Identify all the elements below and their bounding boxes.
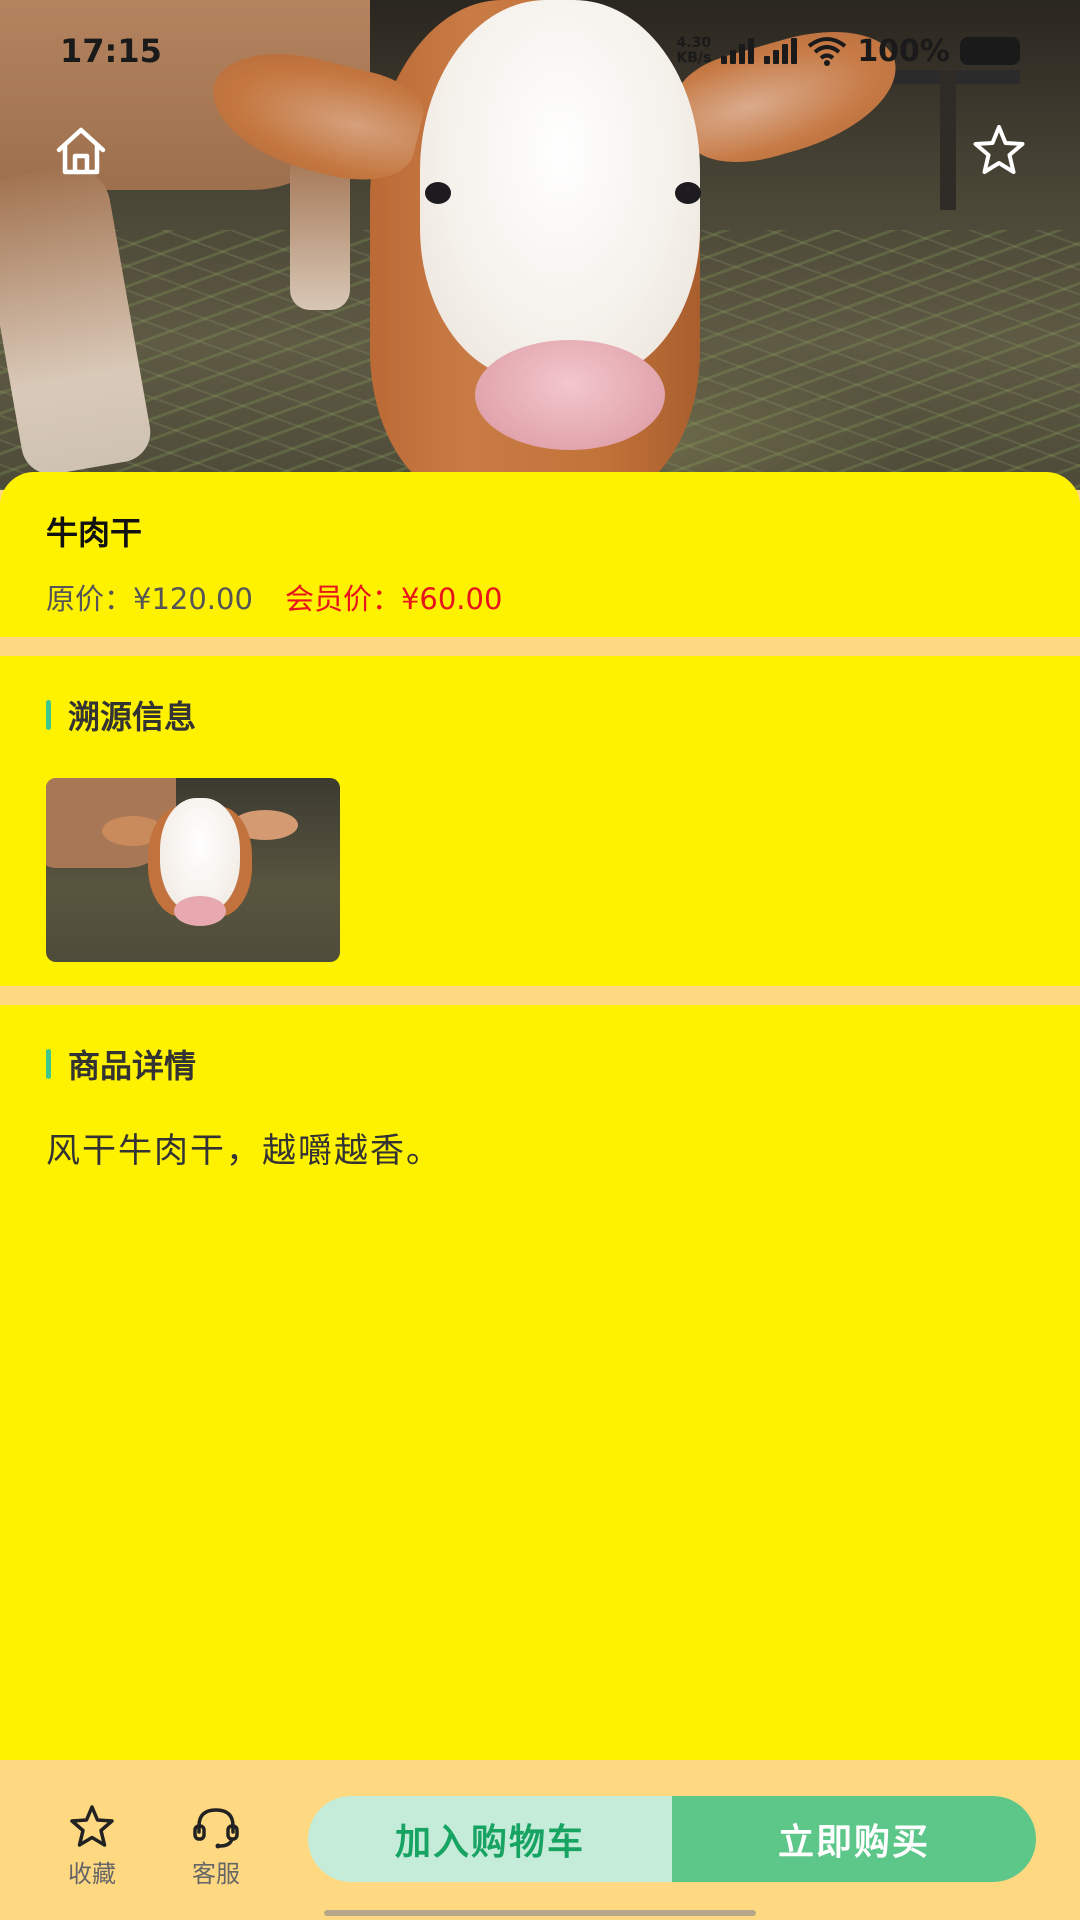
trace-image-thumbnail[interactable] (46, 778, 340, 962)
original-price: 原价：¥120.00 (46, 582, 253, 616)
signal-icon-2 (764, 38, 798, 64)
status-bar: 17:15 4.30 KB/s 100% (0, 26, 1080, 76)
bottom-action-bar: 收藏 客服 加入购物车 立即购买 (0, 1760, 1080, 1920)
customer-service-button[interactable]: 客服 (166, 1804, 266, 1889)
favorite-button[interactable]: 收藏 (42, 1804, 142, 1889)
home-icon (56, 127, 106, 175)
price-row: 原价：¥120.00 会员价：¥60.00 (46, 576, 1034, 618)
section-accent-bar (46, 700, 51, 730)
trace-section-title: 溯源信息 (46, 692, 1034, 738)
detail-description: 风干牛肉干，越嚼越香。 (46, 1131, 442, 1171)
section-accent-bar (46, 1049, 51, 1079)
trace-section: 溯源信息 (0, 656, 1080, 986)
detail-section-title: 商品详情 (46, 1041, 1034, 1087)
battery-icon (960, 37, 1020, 65)
detail-section: 商品详情 风干牛肉干，越嚼越香。 (0, 1005, 1080, 1760)
wifi-icon (808, 37, 847, 66)
status-indicators: 4.30 KB/s 100% (676, 34, 1020, 69)
buy-now-button[interactable]: 立即购买 (672, 1796, 1036, 1882)
home-button[interactable] (50, 120, 112, 182)
favorite-label: 收藏 (68, 1860, 116, 1888)
favorite-top-button[interactable] (968, 120, 1030, 182)
service-label: 客服 (192, 1860, 240, 1888)
member-price: 会员价：¥60.00 (284, 582, 503, 616)
home-indicator[interactable] (324, 1910, 756, 1916)
product-info-card: 牛肉干 原价：¥120.00 会员价：¥60.00 (0, 472, 1080, 637)
headset-icon (193, 1808, 239, 1849)
product-name: 牛肉干 (46, 514, 143, 552)
star-icon (70, 1805, 114, 1847)
status-time: 17:15 (60, 32, 162, 70)
battery-percent: 100% (857, 33, 950, 69)
star-icon (973, 125, 1025, 174)
network-speed: 4.30 KB/s (676, 35, 712, 66)
signal-icon (721, 38, 755, 64)
add-to-cart-button[interactable]: 加入购物车 (308, 1796, 672, 1882)
